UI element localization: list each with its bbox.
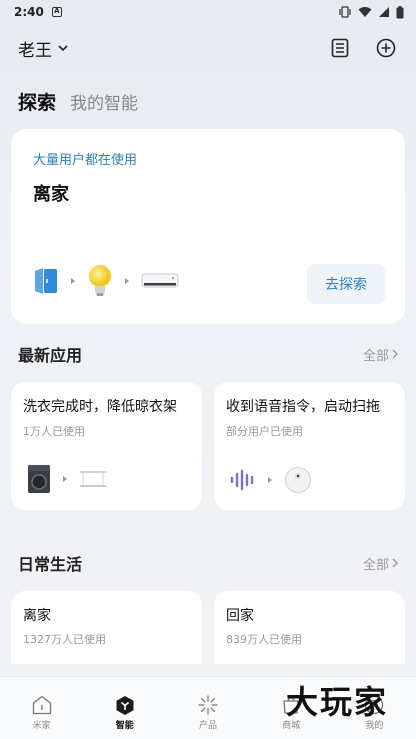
status-icons [338, 5, 404, 19]
chevron-right-icon [392, 349, 398, 359]
robot-vacuum-icon [285, 467, 311, 493]
flow-arrow-icon [63, 476, 67, 482]
nav-label: 智能 [115, 721, 134, 731]
latest-section-header: 最新应用 全部 [18, 342, 398, 366]
app-device-flow [27, 464, 107, 494]
app-card-title: 收到语音指令，启动扫拖 [226, 399, 380, 415]
tab-my-smart[interactable]: 我的智能 [70, 89, 138, 114]
top-tabs: 探索 我的智能 [18, 88, 138, 115]
see-all-label: 全部 [362, 557, 389, 573]
add-circle-icon [376, 38, 396, 58]
featured-device-flow [33, 264, 179, 298]
notification-badge-icon: A [51, 7, 62, 17]
latest-app-card[interactable]: 洗衣完成时，降低晾衣架 1万人已使用 [11, 382, 202, 510]
log-button[interactable] [328, 36, 352, 60]
explore-button[interactable]: 去探索 [307, 264, 385, 304]
watermark-logo: 大玩家 [285, 683, 388, 721]
vibrate-icon [339, 6, 351, 18]
scene-card-usage: 839万人已使用 [226, 633, 302, 646]
home-selector[interactable]: 老王 [18, 36, 68, 61]
daily-see-all-link[interactable]: 全部 [363, 554, 398, 573]
featured-scene-card[interactable]: 大量用户都在使用 离家 去探索 [11, 129, 405, 324]
featured-caption: 大量用户都在使用 [33, 153, 138, 168]
flow-arrow-icon [71, 278, 75, 284]
voice-wave-icon [230, 469, 254, 491]
add-button[interactable] [374, 36, 398, 60]
app-card-usage: 部分用户已使用 [226, 425, 303, 438]
flow-arrow-icon [268, 477, 272, 483]
scene-card-usage: 1327万人已使用 [23, 633, 106, 646]
app-device-flow [230, 466, 312, 494]
document-list-icon [331, 38, 349, 58]
featured-title: 离家 [33, 184, 69, 205]
daily-section-header: 日常生活 全部 [18, 551, 398, 575]
products-icon [198, 695, 218, 715]
wifi-icon [358, 7, 372, 17]
smart-icon [116, 696, 134, 715]
drying-rack-icon [80, 471, 106, 487]
air-conditioner-icon [141, 273, 179, 288]
status-time: 2:40 [14, 5, 44, 19]
daily-scene-card[interactable]: 离家 1327万人已使用 [11, 591, 202, 664]
nav-label: 产品 [199, 721, 218, 731]
scene-card-title: 回家 [226, 608, 254, 624]
chevron-down-icon [58, 44, 68, 51]
chevron-right-icon [392, 558, 398, 568]
battery-icon [396, 5, 404, 18]
nav-item-products[interactable]: 产品 [166, 677, 249, 739]
tab-explore[interactable]: 探索 [18, 88, 56, 115]
door-sensor-icon [35, 268, 57, 294]
daily-scene-card[interactable]: 回家 839万人已使用 [214, 591, 405, 664]
daily-section-title: 日常生活 [18, 555, 83, 574]
bulb-icon [89, 265, 111, 296]
nav-label: 米家 [32, 721, 51, 731]
app-card-title: 洗衣完成时，降低晾衣架 [23, 399, 177, 415]
nav-item-home[interactable]: 米家 [0, 677, 83, 739]
latest-section-title: 最新应用 [18, 346, 83, 365]
latest-see-all-link[interactable]: 全部 [363, 345, 398, 364]
home-name: 老王 [18, 40, 52, 61]
scene-card-title: 离家 [23, 608, 51, 624]
app-card-usage: 1万人已使用 [23, 425, 85, 438]
latest-app-card[interactable]: 收到语音指令，启动扫拖 部分用户已使用 [214, 382, 405, 510]
top-bar: 老王 [0, 30, 416, 66]
status-bar: 2:40 A [0, 0, 416, 24]
flow-arrow-icon [125, 278, 129, 284]
signal-icon [379, 7, 389, 17]
home-icon [32, 695, 51, 715]
washer-icon [28, 465, 50, 493]
nav-item-smart[interactable]: 智能 [83, 677, 166, 739]
see-all-label: 全部 [362, 348, 389, 364]
